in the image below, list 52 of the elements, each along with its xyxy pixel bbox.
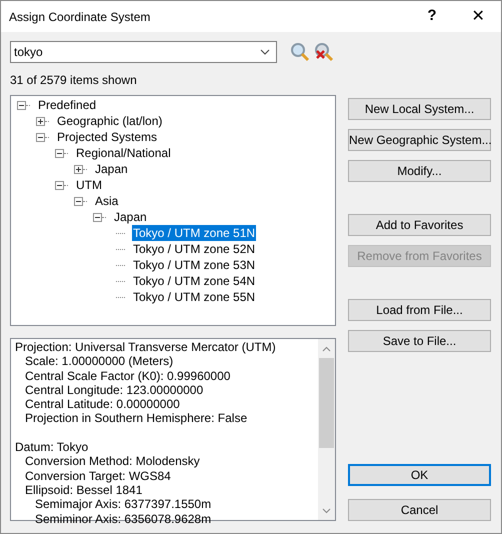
detail-line: Central Longitude: 123.00000000 bbox=[25, 382, 204, 397]
tree-item[interactable]: Regional/National bbox=[75, 145, 172, 161]
detail-line: Semiminor Axis: 6356078.9628m bbox=[35, 512, 212, 526]
scroll-up-icon[interactable] bbox=[322, 346, 331, 352]
dialog-button[interactable]: Save to File... bbox=[348, 330, 491, 352]
tree-item[interactable]: UTM bbox=[75, 177, 103, 193]
detail-line: Datum: Tokyo bbox=[15, 440, 88, 454]
tree-item[interactable]: Japan bbox=[94, 161, 129, 177]
collapse-icon[interactable] bbox=[74, 196, 83, 206]
dialog-button[interactable]: Modify... bbox=[348, 160, 491, 182]
detail-line: Central Scale Factor (K0): 0.99960000 bbox=[25, 368, 230, 383]
tree-item[interactable]: Tokyo / UTM zone 52N bbox=[132, 241, 256, 257]
dialog-button[interactable]: New Local System... bbox=[348, 98, 491, 120]
clear-search-icon[interactable] bbox=[314, 42, 334, 62]
collapse-icon[interactable] bbox=[17, 100, 26, 110]
search-combo-box[interactable]: tokyo bbox=[10, 41, 277, 63]
tree-item[interactable]: Geographic (lat/lon) bbox=[56, 113, 164, 129]
tree-item[interactable]: Tokyo / UTM zone 54N bbox=[132, 273, 256, 289]
dialog-button[interactable]: New Geographic System... bbox=[348, 129, 491, 151]
scroll-down-icon[interactable] bbox=[322, 508, 331, 514]
tree-item[interactable]: Tokyo / UTM zone 55N bbox=[132, 289, 256, 305]
tree-item[interactable]: Tokyo / UTM zone 51N bbox=[132, 225, 256, 241]
tree-item[interactable]: Predefined bbox=[37, 97, 98, 113]
items-count-text: 31 of 2579 items shown bbox=[10, 72, 138, 89]
tree-item[interactable]: Projected Systems bbox=[56, 129, 158, 145]
collapse-icon[interactable] bbox=[36, 132, 45, 142]
detail-line: Conversion Method: Molodensky bbox=[25, 454, 200, 468]
expand-icon[interactable] bbox=[74, 164, 83, 174]
dialog-button[interactable]: Cancel bbox=[348, 499, 491, 521]
detail-line: Conversion Target: WGS84 bbox=[25, 468, 171, 483]
dialog-button[interactable]: OK bbox=[348, 464, 491, 486]
detail-line: Central Latitude: 0.00000000 bbox=[25, 397, 180, 412]
detail-line: Semimajor Axis: 6377397.1550m bbox=[35, 497, 212, 512]
tree-item[interactable]: Tokyo / UTM zone 53N bbox=[132, 257, 256, 273]
help-button[interactable]: ? bbox=[409, 1, 455, 32]
detail-line: Ellipsoid: Bessel 1841 bbox=[25, 482, 142, 497]
detail-line: Scale: 1.00000000 (Meters) bbox=[25, 354, 174, 368]
collapse-icon[interactable] bbox=[55, 180, 64, 190]
vertical-scrollbar[interactable] bbox=[318, 339, 335, 520]
tree-item[interactable]: Asia bbox=[94, 193, 120, 209]
window-title: Assign Coordinate System bbox=[9, 8, 152, 26]
detail-line: Projection in Southern Hemisphere: False bbox=[25, 411, 248, 426]
collapse-icon[interactable] bbox=[93, 212, 102, 222]
search-icon[interactable] bbox=[290, 42, 310, 62]
dialog-button[interactable]: Add to Favorites bbox=[348, 214, 491, 236]
close-button[interactable]: ✕ bbox=[455, 1, 501, 32]
expand-icon[interactable] bbox=[36, 116, 45, 126]
collapse-icon[interactable] bbox=[55, 148, 64, 158]
dialog-button[interactable]: Load from File... bbox=[348, 299, 491, 321]
detail-line: Projection: Universal Transverse Mercator (UTM) bbox=[15, 340, 276, 354]
tree-item[interactable]: Japan bbox=[113, 209, 148, 225]
dropdown-caret-icon bbox=[260, 49, 270, 55]
